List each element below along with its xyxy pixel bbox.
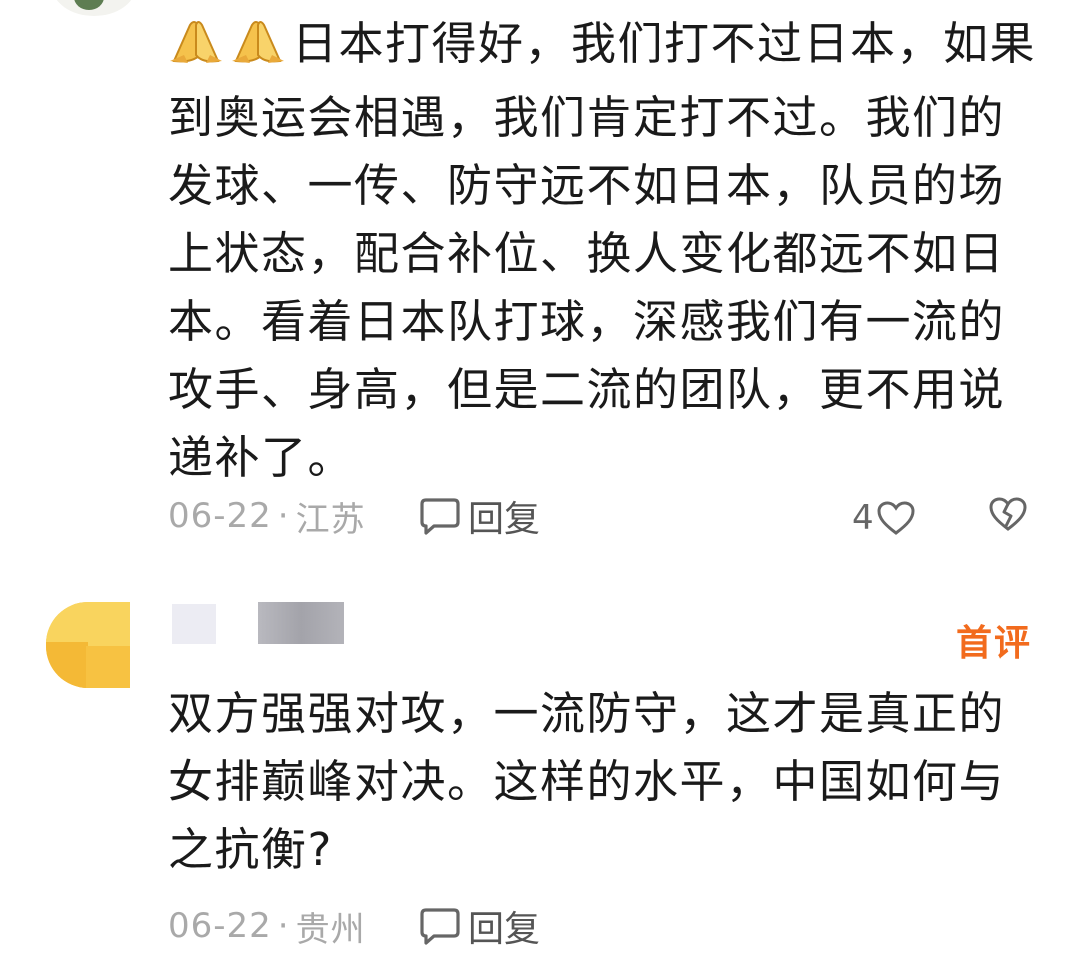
comment-body: 日本打得好，我们打不过日本，如果到奥运会相遇，我们肯定打不过。我们的发球、一传、… (168, 17, 1037, 484)
commenter-avatar[interactable] (52, 0, 136, 16)
first-comment-badge: 首评 (956, 623, 1033, 664)
like-count: 4 (852, 498, 874, 538)
dislike-button[interactable] (988, 496, 1028, 536)
comment-meta: 06-22 · 江苏 (168, 488, 366, 544)
comment-location: 贵州 (295, 909, 366, 950)
comment-date: 06-22 (168, 496, 272, 536)
commenter-avatar[interactable] (46, 602, 130, 688)
heart-icon (877, 501, 915, 535)
reply-button[interactable]: 回复 (418, 488, 540, 544)
meta-separator: · (277, 496, 290, 536)
speech-bubble-icon (420, 498, 460, 535)
folded-hands-icon (232, 21, 284, 63)
comment-text: 双方强强对攻，一流防守，这才是真正的女排巅峰对决。这样的水平，中国如何与之抗衡? (168, 680, 1048, 884)
speech-bubble-icon (420, 908, 460, 945)
broken-heart-icon (989, 497, 1027, 531)
like-button[interactable]: 4 (852, 490, 916, 546)
comment-location: 江苏 (295, 499, 366, 540)
folded-hands-icon (170, 21, 222, 63)
username-blurred (172, 604, 216, 644)
reply-label: 回复 (468, 499, 541, 540)
comment-text: 日本打得好，我们打不过日本，如果到奥运会相遇，我们肯定打不过。我们的发球、一传、… (168, 10, 1048, 492)
comment-body: 双方强强对攻，一流防守，这才是真正的女排巅峰对决。这样的水平，中国如何与之抗衡? (168, 687, 1006, 876)
reply-label: 回复 (468, 909, 541, 950)
comment-meta: 06-22 · 贵州 (168, 898, 366, 954)
avatar-image (74, 0, 104, 10)
username-blurred (258, 602, 344, 644)
comment-date: 06-22 (168, 906, 272, 946)
emoji-group (168, 15, 292, 84)
reply-button[interactable]: 回复 (418, 898, 540, 954)
meta-separator: · (277, 906, 290, 946)
